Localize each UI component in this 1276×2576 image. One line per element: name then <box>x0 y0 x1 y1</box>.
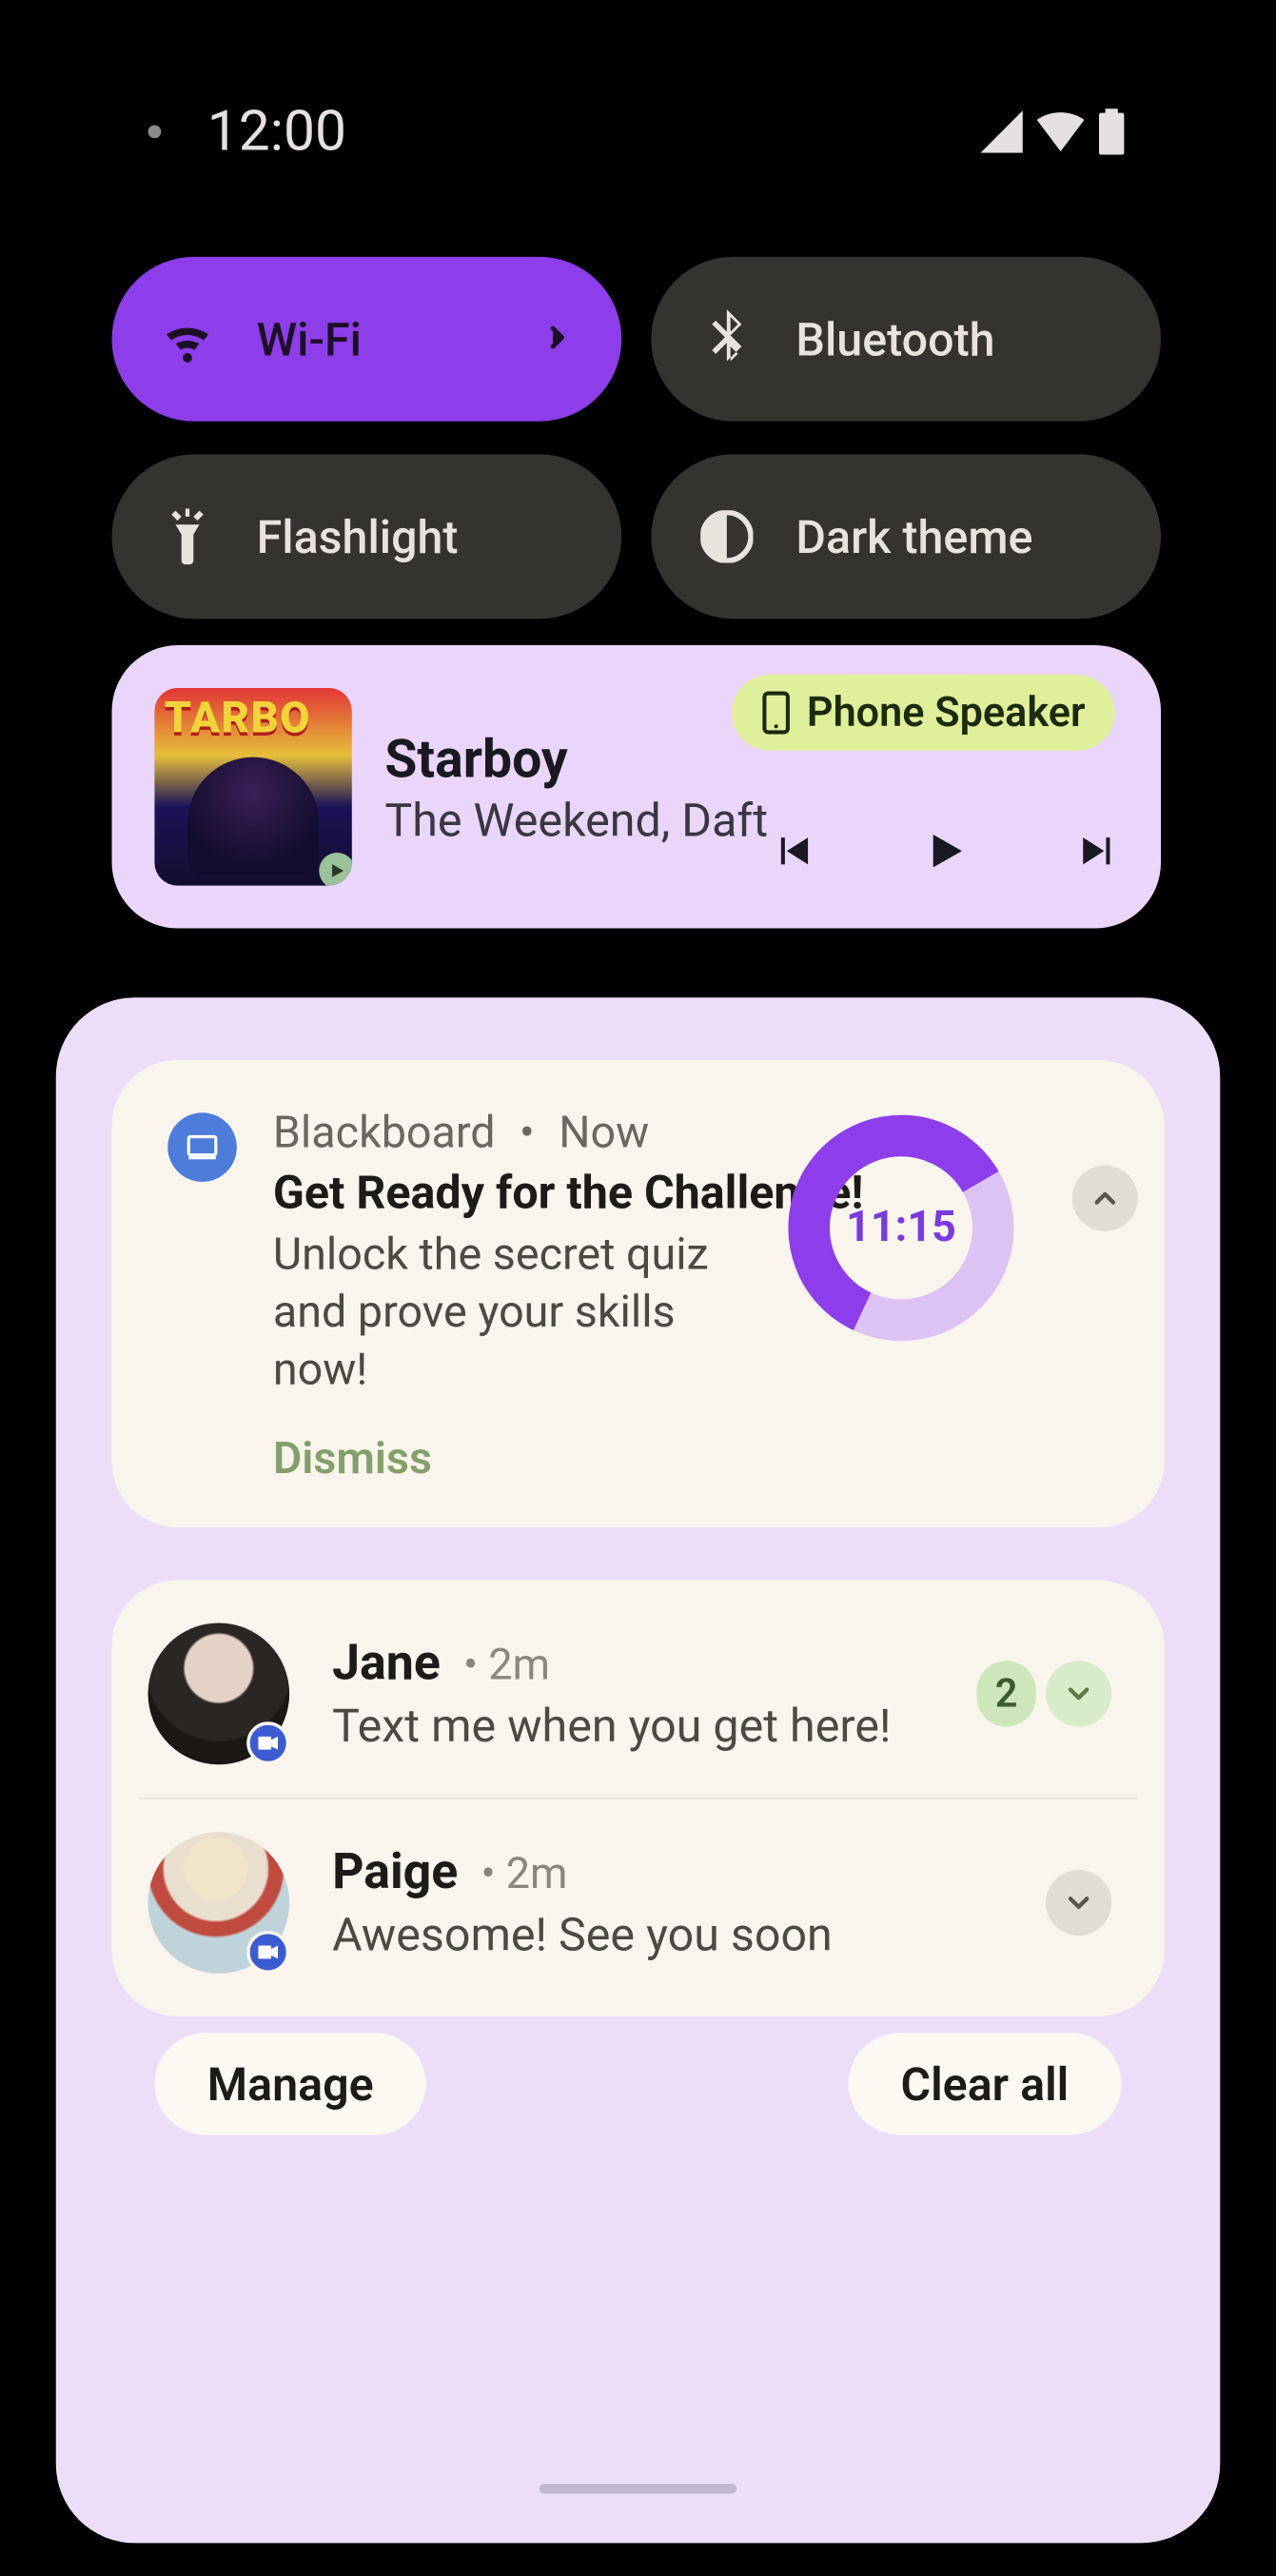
flashlight-icon <box>158 507 217 566</box>
tile-bluetooth-label: Bluetooth <box>795 312 994 366</box>
quick-settings-grid: Wi-Fi Bluetooth Flashlight Dark theme <box>112 257 1162 619</box>
phone-icon <box>760 691 790 734</box>
notification-dot-icon <box>148 125 162 138</box>
tile-dark-theme[interactable]: Dark theme <box>651 454 1161 619</box>
media-player-card[interactable]: TARBO Starboy The Weekend, Daft Phone Sp… <box>112 645 1162 929</box>
expand-button[interactable] <box>1046 1662 1111 1727</box>
tile-dark-theme-label: Dark theme <box>795 509 1032 563</box>
media-title: Starboy <box>384 727 768 790</box>
album-art: TARBO <box>154 688 351 886</box>
output-label: Phone Speaker <box>807 689 1086 737</box>
notification-shade[interactable]: Blackboard • Now Get Ready for the Chall… <box>56 997 1220 2543</box>
tile-wifi[interactable]: Wi-Fi <box>112 257 622 422</box>
bluetooth-icon <box>697 309 756 368</box>
timer-ring: 11:15 <box>786 1112 1016 1343</box>
album-play-badge-icon <box>319 853 352 886</box>
notification-time: Now <box>559 1106 649 1158</box>
msg-preview: Awesome! See you soon <box>332 1908 833 1962</box>
cellular-icon <box>976 110 1022 153</box>
play-button[interactable] <box>921 826 971 882</box>
msg-preview: Text me when you get here! <box>332 1700 891 1754</box>
chevron-up-icon <box>1089 1182 1122 1215</box>
next-button[interactable] <box>1075 828 1121 880</box>
tile-bluetooth[interactable]: Bluetooth <box>651 257 1161 422</box>
collapse-button[interactable] <box>1072 1166 1138 1231</box>
avatar-jane <box>148 1623 290 1765</box>
tile-flashlight[interactable]: Flashlight <box>112 454 622 619</box>
tile-flashlight-label: Flashlight <box>257 509 459 563</box>
clear-all-button[interactable]: Clear all <box>848 2033 1121 2134</box>
media-artist: The Weekend, Daft <box>384 793 768 847</box>
video-badge-icon <box>246 1722 289 1765</box>
dismiss-button[interactable]: Dismiss <box>273 1432 432 1485</box>
app-name: Blackboard <box>273 1106 496 1158</box>
avatar-paige <box>148 1833 290 1975</box>
previous-button[interactable] <box>770 828 815 880</box>
notification-blackboard[interactable]: Blackboard • Now Get Ready for the Chall… <box>112 1060 1165 1528</box>
notification-body: Unlock the secret quiz and prove your sk… <box>273 1227 766 1400</box>
count-badge: 2 <box>976 1662 1035 1727</box>
app-icon-blackboard <box>167 1112 237 1182</box>
clock-time: 12:00 <box>207 99 346 165</box>
wifi-icon <box>1036 112 1086 152</box>
notification-title: Get Ready for the Challenge! <box>273 1166 864 1220</box>
expand-button[interactable] <box>1046 1870 1111 1936</box>
msg-time: 2m <box>506 1851 568 1900</box>
album-art-text: TARBO <box>165 695 311 744</box>
chevron-down-icon <box>1062 1678 1095 1711</box>
conversation-paige[interactable]: Paige • 2m Awesome! See you soon <box>138 1798 1138 2007</box>
sender-name: Paige <box>332 1844 458 1902</box>
nav-handle[interactable] <box>540 2484 736 2493</box>
chevron-down-icon <box>1062 1887 1095 1920</box>
dark-theme-icon <box>697 507 756 566</box>
timer-text: 11:15 <box>786 1112 1016 1343</box>
output-chip[interactable]: Phone Speaker <box>731 675 1114 751</box>
conversation-group[interactable]: Jane • 2m Text me when you get here! 2 P… <box>112 1581 1165 2016</box>
shade-footer: Manage Clear all <box>56 2033 1220 2134</box>
sender-name: Jane <box>332 1635 441 1693</box>
chevron-right-icon <box>540 312 576 366</box>
manage-button[interactable]: Manage <box>154 2033 426 2134</box>
wifi-icon <box>158 309 217 368</box>
conversation-jane[interactable]: Jane • 2m Text me when you get here! 2 <box>138 1590 1138 1798</box>
battery-icon <box>1098 108 1125 154</box>
status-bar: 12:00 <box>0 82 1276 181</box>
tile-wifi-label: Wi-Fi <box>257 312 362 366</box>
video-badge-icon <box>246 1931 289 1974</box>
notification-header: Blackboard • Now <box>273 1106 864 1158</box>
msg-time: 2m <box>488 1642 550 1691</box>
